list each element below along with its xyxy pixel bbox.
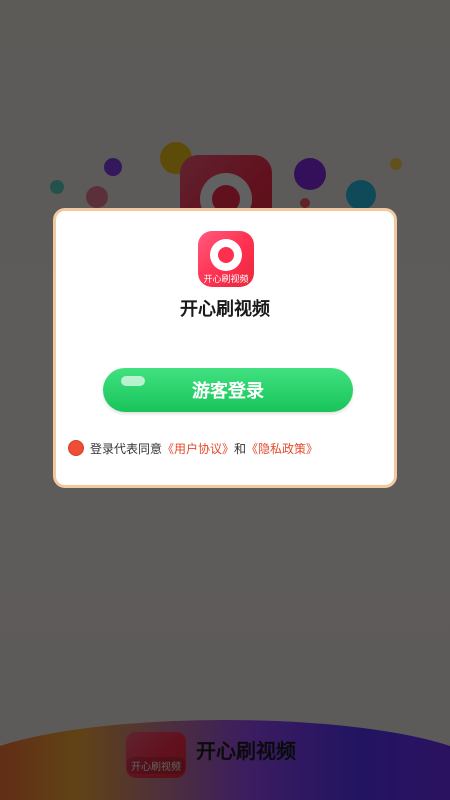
agreement-prefix: 登录代表同意 [90, 441, 163, 456]
user-agreement-link[interactable]: 《用户协议》 [162, 440, 234, 457]
play-logo-icon: 开心刷视频 [198, 231, 254, 287]
agreement-row: 登录代表同意 《用户协议》 和 《隐私政策》 [68, 438, 398, 458]
guest-login-button[interactable]: 游客登录 [103, 368, 353, 412]
app-title: 开心刷视频 [180, 299, 270, 320]
login-dialog: 开心刷视频 开心刷视频 游客登录 登录代表同意 《用户协议》 和 《隐私政策》 [53, 208, 397, 488]
checkbox-icon[interactable] [68, 440, 84, 456]
app-icon-label: 开心刷视频 [203, 275, 249, 285]
privacy-policy-link[interactable]: 《隐私政策》 [246, 440, 318, 457]
agreement-and: 和 [234, 441, 247, 456]
